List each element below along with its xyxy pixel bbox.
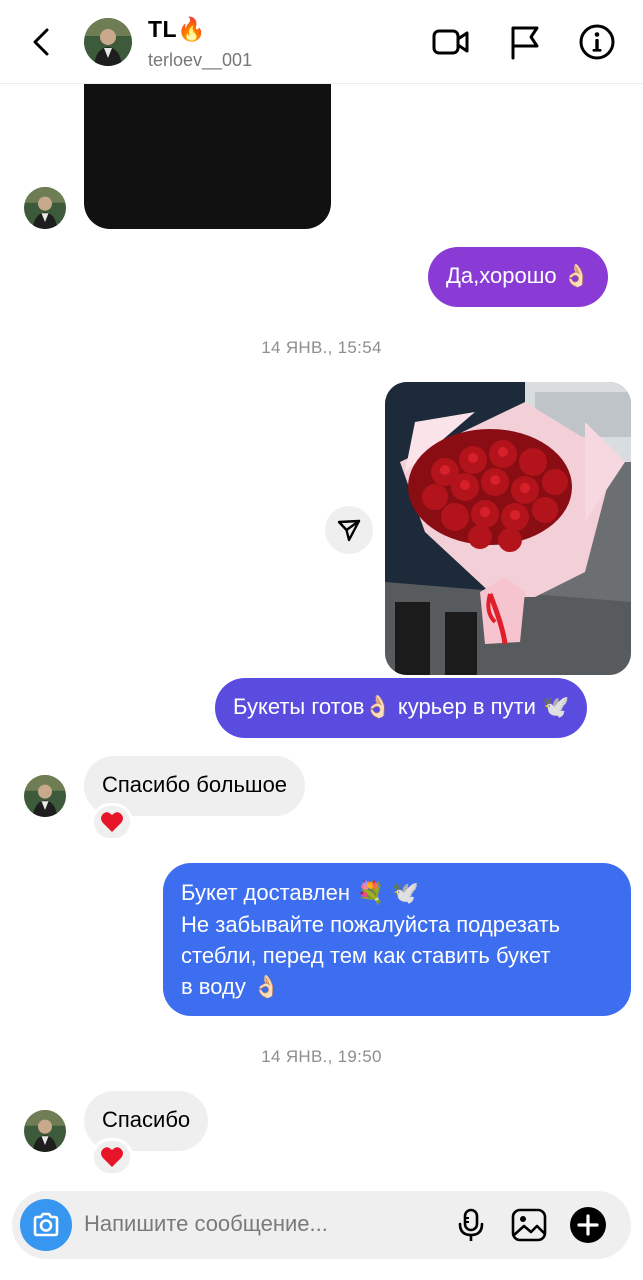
video-camera-icon[interactable]: [430, 22, 470, 62]
share-button[interactable]: [325, 506, 373, 554]
microphone-icon[interactable]: [451, 1205, 491, 1245]
message-composer: Напишите сообщение...: [12, 1191, 631, 1259]
message-text: Букет доставлен: [181, 880, 351, 905]
message-line: Букет доставлен 💐 🕊️: [181, 877, 613, 909]
timestamp: 14 ЯНВ., 19:50: [261, 1047, 382, 1066]
ok-hand-emoji: 👌🏻: [364, 695, 392, 720]
fire-emoji: 🔥: [177, 17, 207, 43]
message-line: Не забывайте пожалуйста подрезать: [181, 912, 561, 937]
chat-header: TL🔥 terloev__001: [0, 0, 643, 84]
message-text: курьер в пути: [391, 694, 543, 719]
heart-icon: [101, 812, 123, 832]
bouquet-dove-emoji: 💐 🕊️: [350, 881, 419, 906]
outgoing-message[interactable]: Букеты готов👌🏻 курьер в пути 🕊️: [215, 678, 588, 738]
contact-name-text: TL: [148, 16, 178, 42]
message-text: в воду: [181, 974, 246, 999]
flag-icon[interactable]: [505, 22, 545, 62]
incoming-media-black[interactable]: [84, 84, 331, 229]
contact-username[interactable]: terloev__001: [148, 50, 252, 71]
camera-button[interactable]: [20, 1199, 72, 1251]
message-text: Букеты готов: [233, 694, 365, 719]
message-text: Спасибо большое: [102, 772, 288, 797]
plus-circle-icon[interactable]: [568, 1205, 608, 1245]
outgoing-message[interactable]: Букет доставлен 💐 🕊️ Не забывайте пожалу…: [163, 863, 631, 1016]
avatar[interactable]: [24, 1110, 66, 1152]
heart-icon: [101, 1147, 123, 1167]
avatar[interactable]: [24, 187, 66, 229]
timestamp: 14 ЯНВ., 15:54: [261, 338, 382, 357]
contact-name[interactable]: TL🔥: [148, 16, 206, 43]
ok-hand-emoji: 👌🏻: [562, 264, 591, 289]
camera-icon: [33, 1212, 59, 1237]
avatar[interactable]: [84, 18, 132, 66]
outgoing-message[interactable]: Да,хорошо 👌🏻: [428, 247, 609, 307]
paper-plane-icon: [337, 519, 361, 542]
message-input[interactable]: Напишите сообщение...: [84, 1211, 328, 1237]
message-line: стебли, перед тем как ставить букет: [181, 943, 551, 968]
heart-reaction[interactable]: [91, 803, 133, 841]
info-icon[interactable]: [577, 22, 617, 62]
avatar[interactable]: [24, 775, 66, 817]
ok-hand-emoji: 👌🏻: [245, 975, 281, 1000]
image-icon[interactable]: [509, 1205, 549, 1245]
message-text: Да,хорошо: [446, 263, 557, 288]
message-line: в воду 👌🏻: [181, 971, 613, 1003]
message-text: Спасибо: [102, 1107, 191, 1132]
back-icon[interactable]: [22, 22, 62, 62]
outgoing-photo[interactable]: [385, 382, 631, 675]
heart-reaction[interactable]: [91, 1138, 133, 1176]
dove-emoji: 🕊️: [542, 695, 570, 720]
